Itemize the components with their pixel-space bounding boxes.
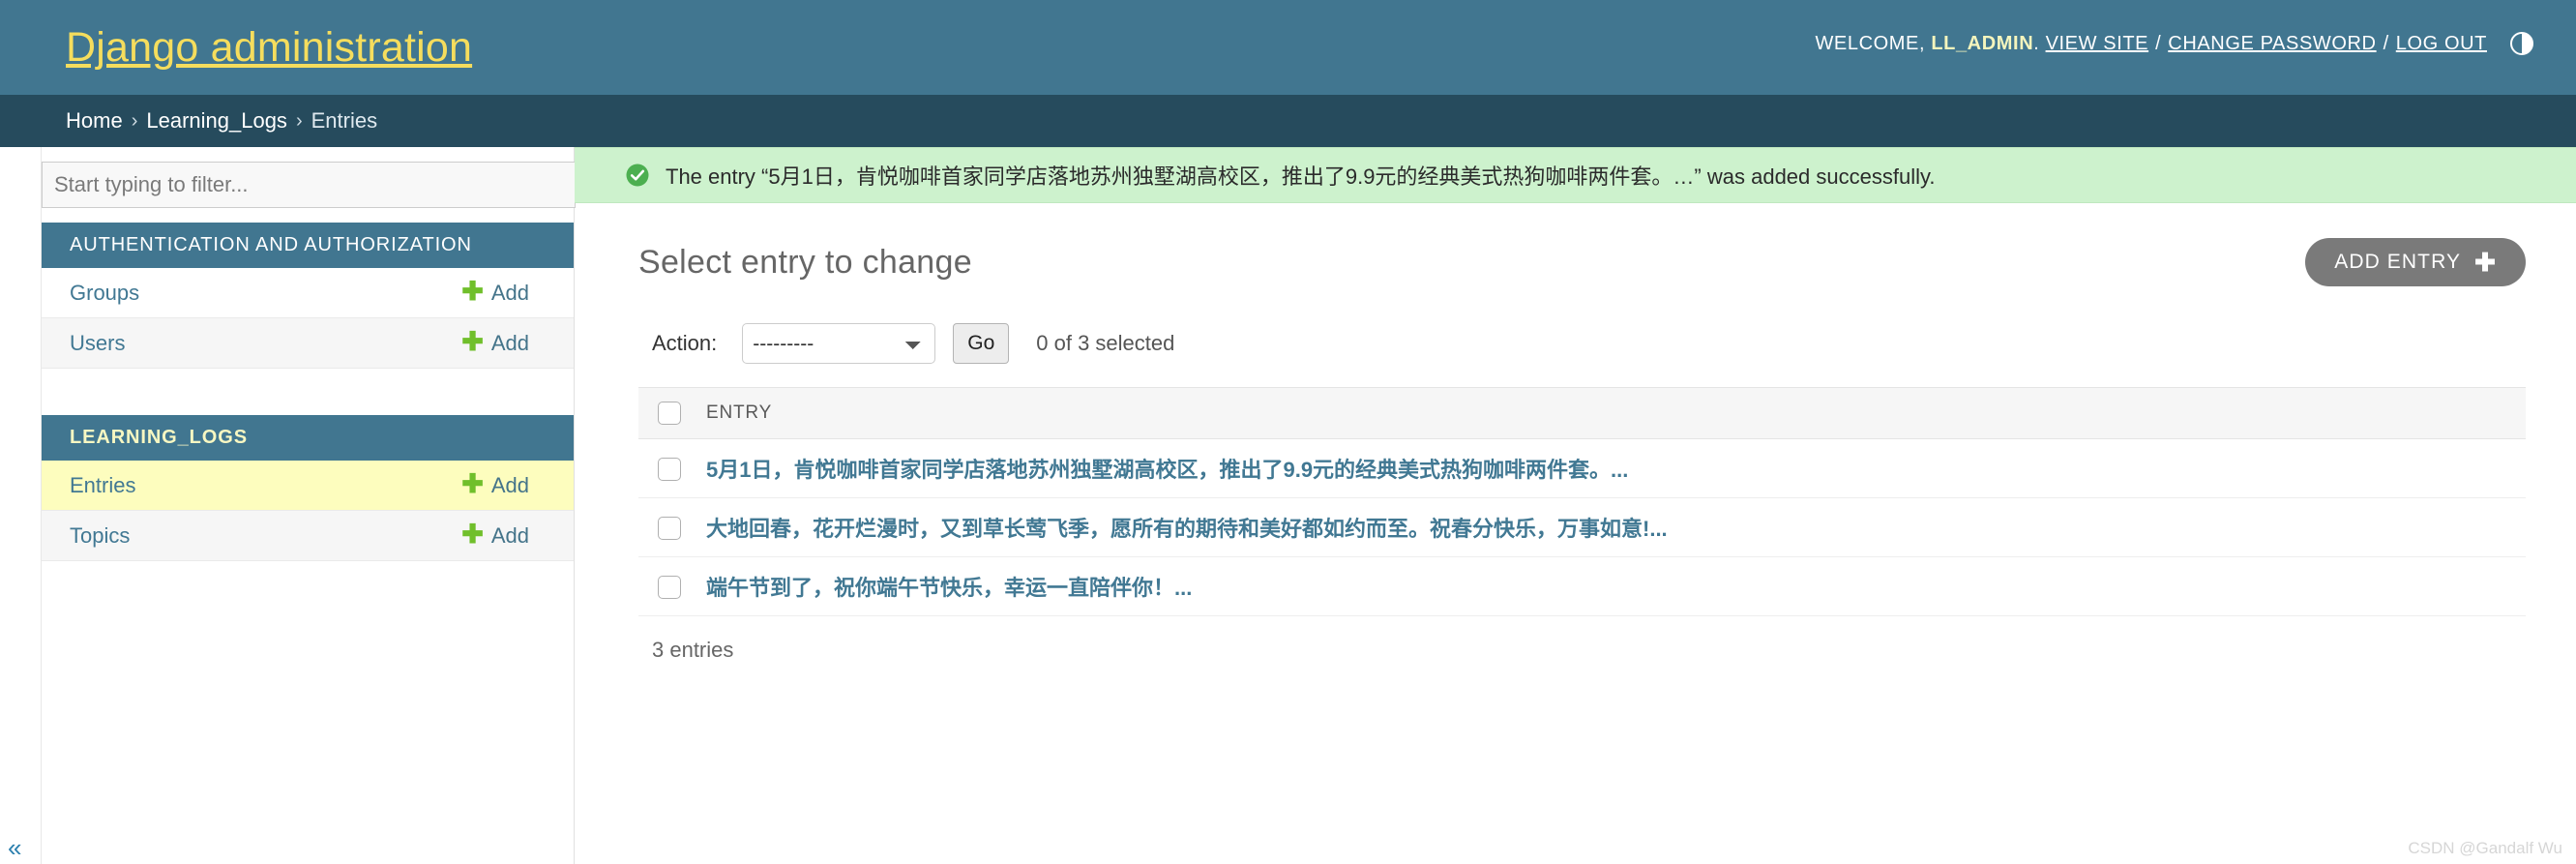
sidebar-item-entries-label[interactable]: Entries (70, 473, 135, 498)
breadcrumb-home[interactable]: Home (66, 108, 123, 134)
sidebar-item-users-label[interactable]: Users (70, 331, 125, 356)
site-title[interactable]: Django administration (66, 24, 472, 72)
go-button[interactable]: Go (953, 323, 1010, 364)
app-caption-learning-logs[interactable]: LEARNING_LOGS (42, 415, 574, 461)
action-counter: 0 of 3 selected (1036, 331, 1175, 355)
row-select-checkbox[interactable] (658, 576, 681, 600)
log-out-link[interactable]: LOG OUT (2396, 33, 2487, 55)
table-header-row: ENTRY (638, 387, 2526, 439)
sidebar-item-groups[interactable]: Groups ✚ Add (42, 268, 574, 318)
content-wrapper: The entry “5月1日，肯悦咖啡首家同学店落地苏州独墅湖高校区，推出了9… (575, 147, 2576, 864)
column-header-entry[interactable]: ENTRY (706, 387, 2526, 439)
entry-link[interactable]: 5月1日，肯悦咖啡首家同学店落地苏州独墅湖高校区，推出了9.9元的经典美式热狗咖… (706, 458, 1628, 482)
add-topics-label: Add (490, 522, 529, 548)
double-chevron-left-icon[interactable]: « (8, 835, 21, 860)
row-entry-cell: 端午节到了，祝你端午节快乐，幸运一直陪伴你！... (706, 556, 2526, 616)
page-title: Select entry to change (638, 243, 972, 281)
breadcrumb-separator-2: › (295, 109, 303, 132)
row-checkbox-cell (638, 497, 706, 557)
plus-icon: ✚ (461, 277, 484, 306)
pagination-count: 3 entries (652, 638, 734, 662)
sidebar-item-topics-label[interactable]: Topics (70, 523, 130, 549)
add-groups-label: Add (490, 280, 529, 305)
user-tools: WELCOME, LL_ADMIN . VIEW SITE / CHANGE P… (1815, 30, 2535, 65)
sidebar-item-groups-label[interactable]: Groups (70, 281, 139, 306)
breadcrumb-current: Entries (311, 108, 378, 133)
row-entry-cell: 5月1日，肯悦咖啡首家同学店落地苏州独墅湖高校区，推出了9.9元的经典美式热狗咖… (706, 438, 2526, 498)
add-entries-label: Add (490, 472, 529, 497)
view-site-link[interactable]: VIEW SITE (2046, 33, 2149, 55)
add-entries-link[interactable]: ✚ Add (461, 469, 529, 498)
entry-link[interactable]: 大地回春，花开烂漫时，又到草长莺飞季，愿所有的期待和美好都如约而至。祝春分快乐，… (706, 517, 1668, 541)
success-check-circle-icon (625, 163, 650, 188)
add-entry-button-label: ADD ENTRY (2334, 251, 2462, 273)
change-password-link[interactable]: CHANGE PASSWORD (2168, 33, 2376, 55)
row-checkbox-cell (638, 556, 706, 616)
app-module-divider (42, 369, 574, 415)
table-row[interactable]: 5月1日，肯悦咖啡首家同学店落地苏州独墅湖高校区，推出了9.9元的经典美式热狗咖… (638, 438, 2526, 498)
table-head: ENTRY (638, 387, 2526, 439)
plus-icon: ✚ (2474, 248, 2497, 277)
changelist: Action: --------- Go 0 of 3 selected ENT… (638, 323, 2526, 663)
tools-separator-1: / (2155, 32, 2162, 54)
sidebar-item-entries[interactable]: Entries ✚ Add (42, 461, 574, 511)
welcome-text: WELCOME, (1815, 32, 1926, 54)
table-row[interactable]: 大地回春，花开烂漫时，又到草长莺飞季，愿所有的期待和美好都如约而至。祝春分快乐，… (638, 497, 2526, 557)
add-users-link[interactable]: ✚ Add (461, 327, 529, 356)
nav-sidebar: AUTHENTICATION AND AUTHORIZATION Groups … (0, 147, 576, 864)
plus-icon: ✚ (461, 520, 484, 549)
breadcrumb-separator-1: › (131, 109, 138, 132)
tools-separator-2: / (2383, 32, 2389, 54)
action-select[interactable]: --------- (742, 323, 936, 364)
success-message-text: The entry “5月1日，肯悦咖啡首家同学店落地苏州独墅湖高校区，推出了9… (666, 164, 1936, 189)
site-header: Django administration WELCOME, LL_ADMIN … (0, 0, 2576, 95)
app-caption-authentication[interactable]: AUTHENTICATION AND AUTHORIZATION (42, 223, 574, 268)
plus-icon: ✚ (461, 469, 484, 498)
entry-link[interactable]: 端午节到了，祝你端午节快乐，幸运一直陪伴你！... (706, 576, 1192, 600)
table-body: 5月1日，肯悦咖啡首家同学店落地苏州独墅湖高校区，推出了9.9元的经典美式热狗咖… (638, 438, 2526, 616)
breadcrumb-app[interactable]: Learning_Logs (146, 108, 287, 134)
page-body: AUTHENTICATION AND AUTHORIZATION Groups … (0, 147, 2576, 864)
table-row[interactable]: 端午节到了，祝你端午节快乐，幸运一直陪伴你！... (638, 556, 2526, 616)
app-module-authentication: AUTHENTICATION AND AUTHORIZATION Groups … (42, 223, 574, 415)
add-groups-link[interactable]: ✚ Add (461, 277, 529, 306)
row-entry-cell: 大地回春，花开烂漫时，又到草长莺飞季，愿所有的期待和美好都如约而至。祝春分快乐，… (706, 497, 2526, 557)
add-users-label: Add (490, 330, 529, 355)
nav-sidebar-inner: AUTHENTICATION AND AUTHORIZATION Groups … (41, 147, 576, 864)
row-select-checkbox[interactable] (658, 517, 681, 541)
breadcrumb: Home › Learning_Logs › Entries (0, 95, 2576, 147)
sidebar-item-users[interactable]: Users ✚ Add (42, 318, 574, 369)
search-input[interactable] (42, 162, 576, 208)
success-message: The entry “5月1日，肯悦咖啡首家同学店落地苏州独墅湖高校区，推出了9… (575, 147, 2576, 203)
username-label: LL_ADMIN (1931, 32, 2034, 54)
select-all-checkbox[interactable] (658, 402, 681, 425)
plus-icon: ✚ (461, 327, 484, 356)
content-header: Select entry to change ADD ENTRY ✚ (638, 238, 2526, 286)
results-table: ENTRY 5月1日，肯悦咖啡首家同学店落地苏州独墅湖高校区，推出了9.9元的经… (638, 387, 2526, 616)
select-all-column (638, 387, 706, 439)
add-topics-link[interactable]: ✚ Add (461, 520, 529, 549)
watermark: CSDN @Gandalf Wu (2408, 839, 2562, 857)
action-label: Action: (652, 331, 718, 355)
main-content: Select entry to change ADD ENTRY ✚ Actio… (575, 203, 2576, 864)
row-checkbox-cell (638, 438, 706, 498)
app-module-learning-logs: LEARNING_LOGS Entries ✚ Add Topics ✚ Add (42, 415, 574, 561)
theme-half-circle-icon[interactable] (2508, 30, 2535, 57)
changelist-action-bar: Action: --------- Go 0 of 3 selected (638, 323, 2526, 364)
row-select-checkbox[interactable] (658, 458, 681, 482)
add-entry-button[interactable]: ADD ENTRY ✚ (2305, 238, 2526, 286)
sidebar-item-topics[interactable]: Topics ✚ Add (42, 511, 574, 561)
